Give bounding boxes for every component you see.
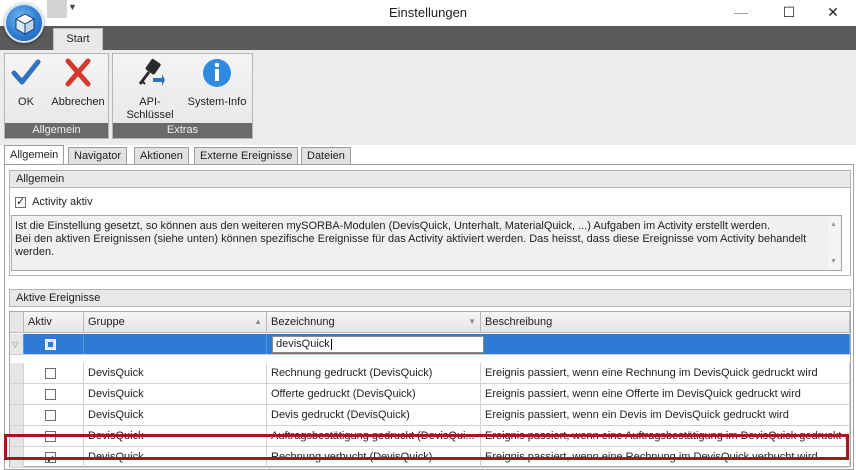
- abbrechen-label: Abbrechen: [51, 96, 105, 108]
- cube-icon: [14, 13, 36, 35]
- beschreibung-cell[interactable]: Ereignis passiert, wenn eine Offerte im …: [481, 384, 850, 404]
- gruppe-cell[interactable]: DevisQuick: [84, 363, 267, 383]
- column-header-gruppe-label: Gruppe: [88, 316, 125, 328]
- beschreibung-cell[interactable]: Ereignis passiert, wenn ein Devis im Dev…: [481, 405, 850, 425]
- tab-allgemein[interactable]: Allgemein: [4, 145, 65, 165]
- grid-filter-row[interactable]: ▽ devisQuick: [10, 334, 850, 355]
- check-icon: [11, 59, 41, 85]
- bezeichnung-cell[interactable]: Devis gedruckt (DevisQuick): [267, 405, 481, 425]
- aktiv-checkbox[interactable]: [45, 367, 56, 379]
- ribbon-tab-start[interactable]: Start: [53, 28, 103, 51]
- system-info-button[interactable]: System-Info: [185, 56, 249, 109]
- table-row[interactable]: DevisQuick Rechnung verbucht (DevisQuick…: [10, 447, 850, 468]
- scroll-down-icon[interactable]: ▼: [830, 255, 837, 268]
- description-textbox[interactable]: Ist die Einstellung gesetzt, so können a…: [11, 215, 842, 271]
- aktiv-checkbox[interactable]: [45, 409, 56, 421]
- scroll-up-icon[interactable]: ▲: [830, 218, 837, 231]
- aktiv-cell[interactable]: [24, 405, 84, 425]
- filter-funnel-small-icon: ▽: [12, 340, 19, 349]
- bezeichnung-cell[interactable]: Rechnung verbucht (DevisQuick): [267, 447, 481, 467]
- table-row[interactable]: DevisQuick Devis gedruckt (DevisQuick) E…: [10, 405, 850, 426]
- aktiv-cell[interactable]: [24, 363, 84, 383]
- filter-beschreibung-cell[interactable]: [481, 334, 850, 354]
- cancel-icon: [65, 58, 91, 87]
- minimize-button[interactable]: —: [718, 0, 764, 26]
- bezeichnung-cell[interactable]: Rechnung gedruckt (DevisQuick): [267, 363, 481, 383]
- section-header-aktive-ereignisse: Aktive Ereignisse: [9, 289, 851, 307]
- filter-funnel-icon[interactable]: ▼: [468, 312, 476, 332]
- tab-externe-ereignisse[interactable]: Externe Ereignisse: [194, 147, 299, 165]
- aktiv-cell[interactable]: [24, 447, 84, 467]
- row-indicator[interactable]: [10, 363, 24, 383]
- row-indicator-header: [10, 312, 24, 332]
- section-header-allgemein: Allgemein: [9, 170, 851, 188]
- ribbon: Start OK Abbrechen Allgemein API-Schlüss…: [0, 26, 856, 145]
- group-caption-allgemein: Allgemein: [5, 123, 108, 138]
- tab-content: Allgemein Activity aktiv Ist die Einstel…: [4, 164, 854, 470]
- gruppe-cell[interactable]: DevisQuick: [84, 447, 267, 467]
- row-indicator[interactable]: [10, 426, 24, 446]
- info-icon: [203, 59, 231, 87]
- maximize-button[interactable]: ☐: [766, 0, 812, 26]
- aktiv-checkbox[interactable]: [45, 430, 56, 442]
- bezeichnung-cell[interactable]: Auftragsbestätigung gedruckt (DevisQui..…: [267, 426, 481, 446]
- filter-row-indicator: ▽: [10, 334, 24, 354]
- activity-aktiv-checkbox[interactable]: [15, 195, 26, 208]
- tab-navigator[interactable]: Navigator: [68, 147, 128, 165]
- ok-label: OK: [18, 96, 34, 108]
- ribbon-group-extras: API-Schlüssel erstellen System-Info Extr…: [112, 53, 253, 139]
- filter-bezeichnung-value: devisQuick: [276, 338, 330, 350]
- row-indicator[interactable]: [10, 447, 24, 467]
- aktiv-cell[interactable]: [24, 384, 84, 404]
- beschreibung-cell[interactable]: Ereignis passiert, wenn eine Rechnung im…: [481, 363, 850, 383]
- beschreibung-cell[interactable]: Ereignis passiert, wenn eine Auftragsbes…: [481, 426, 850, 446]
- ribbon-tabstrip: Start: [0, 26, 856, 51]
- sort-ascending-icon: ▲: [254, 317, 262, 326]
- gruppe-cell[interactable]: DevisQuick: [84, 384, 267, 404]
- key-icon: [138, 59, 165, 86]
- column-header-beschreibung[interactable]: Beschreibung: [481, 312, 850, 332]
- column-header-bezeichnung[interactable]: Bezeichnung ▼: [267, 312, 481, 332]
- abbrechen-button[interactable]: Abbrechen: [51, 56, 105, 109]
- table-row[interactable]: DevisQuick Rechnung gedruckt (DevisQuick…: [10, 363, 850, 384]
- table-row[interactable]: DevisQuick Offerte gedruckt (DevisQuick)…: [10, 384, 850, 405]
- filter-bezeichnung-input[interactable]: devisQuick: [272, 336, 484, 353]
- api-key-label-line1: API-Schlüssel: [126, 96, 174, 121]
- settings-tabs: Allgemein Navigator Aktionen Externe Ere…: [4, 145, 856, 165]
- ribbon-body: OK Abbrechen Allgemein API-Schlüssel Sys…: [0, 50, 856, 145]
- description-line-3: werden.: [15, 246, 55, 258]
- activity-aktiv-row: Activity aktiv: [15, 195, 93, 208]
- bezeichnung-cell[interactable]: Offerte gedruckt (DevisQuick): [267, 384, 481, 404]
- aktiv-checkbox[interactable]: [45, 388, 56, 400]
- description-line-2: Bei den aktiven Ereignissen (siehe unten…: [15, 233, 807, 245]
- aktiv-cell[interactable]: [24, 426, 84, 446]
- filter-aktiv-cell[interactable]: [24, 334, 84, 354]
- app-menu-button[interactable]: [4, 3, 44, 43]
- grid-header-row: Aktiv Gruppe ▲ Bezeichnung ▼ Beschreibun…: [10, 312, 850, 333]
- ribbon-group-allgemein: OK Abbrechen Allgemein: [4, 53, 109, 139]
- group-caption-extras: Extras: [113, 123, 252, 138]
- column-header-aktiv[interactable]: Aktiv: [24, 312, 84, 332]
- tab-aktionen[interactable]: Aktionen: [134, 147, 189, 165]
- filter-gruppe-cell[interactable]: [84, 334, 267, 354]
- gruppe-cell[interactable]: DevisQuick: [84, 426, 267, 446]
- close-button[interactable]: ✕: [810, 0, 856, 26]
- table-row[interactable]: DevisQuick Auftragsbestätigung gedruckt …: [10, 426, 850, 447]
- filter-aktiv-checkbox[interactable]: [45, 338, 56, 350]
- activity-aktiv-label: Activity aktiv: [32, 196, 93, 208]
- column-header-bezeichnung-label: Bezeichnung: [271, 316, 335, 328]
- system-info-label: System-Info: [187, 96, 247, 108]
- row-indicator[interactable]: [10, 405, 24, 425]
- tab-dateien[interactable]: Dateien: [301, 147, 351, 165]
- description-line-1: Ist die Einstellung gesetzt, so können a…: [15, 220, 771, 232]
- ok-button[interactable]: OK: [11, 56, 41, 109]
- description-scrollbar[interactable]: ▲ ▼: [828, 217, 840, 269]
- row-indicator[interactable]: [10, 384, 24, 404]
- events-grid: Aktiv Gruppe ▲ Bezeichnung ▼ Beschreibun…: [9, 311, 851, 468]
- gruppe-cell[interactable]: DevisQuick: [84, 405, 267, 425]
- column-header-gruppe[interactable]: Gruppe ▲: [84, 312, 267, 332]
- title-bar: ▼ Einstellungen — ☐ ✕: [0, 0, 856, 26]
- beschreibung-cell[interactable]: Ereignis passiert, wenn eine Rechnung im…: [481, 447, 850, 467]
- aktiv-checkbox[interactable]: [45, 450, 56, 467]
